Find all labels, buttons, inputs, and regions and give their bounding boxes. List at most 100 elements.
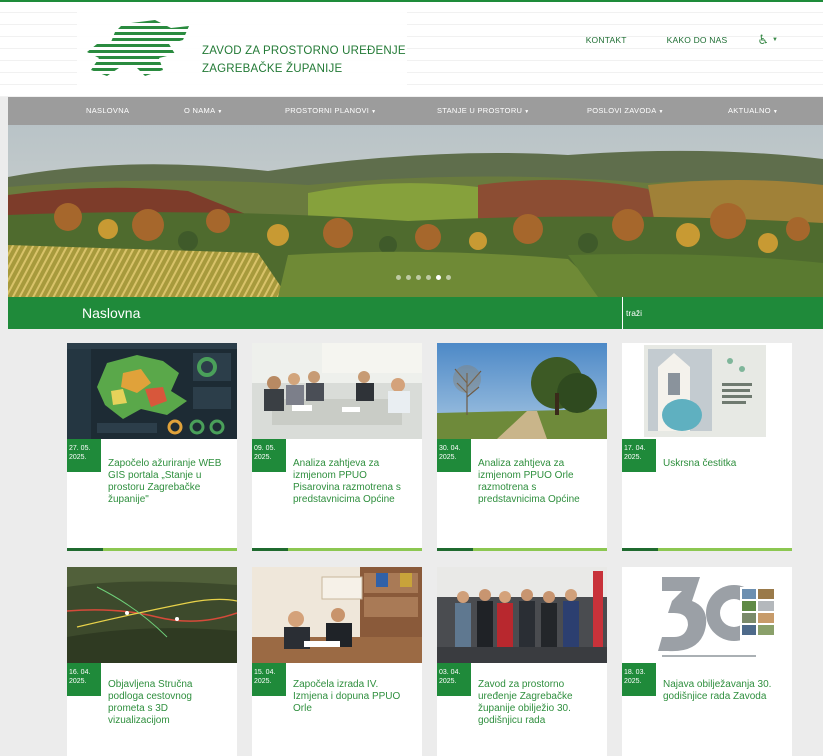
webgis-map-image: [67, 343, 237, 439]
news-card[interactable]: 18. 03. 2025. Najava obilježavanja 30. g…: [622, 567, 792, 756]
slider-dot[interactable]: [396, 275, 401, 280]
news-date-day: 18. 03.: [624, 669, 646, 676]
brand-line-2: ZAGREBAČKE ŽUPANIJE: [202, 63, 343, 75]
news-date: 27. 05. 2025.: [67, 439, 101, 472]
news-date-day: 03. 04.: [439, 669, 461, 676]
search-divider: [622, 297, 623, 329]
meeting-photo-image: [252, 343, 422, 439]
news-date: 09. 05. 2025.: [252, 439, 286, 472]
news-title[interactable]: Analiza zahtjeva za izmjenom PPUO Pisaro…: [293, 458, 414, 506]
news-card[interactable]: 03. 04. 2025. Zavod za prostorno uređenj…: [437, 567, 607, 756]
hero-landscape-image: [8, 125, 823, 297]
news-thumbnail: [622, 343, 792, 439]
news-card[interactable]: 09. 05. 2025. Analiza zahtjeva za izmjen…: [252, 343, 422, 551]
news-card[interactable]: 30. 04. 2025. Analiza zahtjeva za izmjen…: [437, 343, 607, 551]
slider-dots: [396, 275, 451, 280]
news-date-year: 2025.: [439, 454, 457, 461]
news-date: 03. 04. 2025.: [437, 663, 471, 696]
slider-dot[interactable]: [446, 275, 451, 280]
news-thumbnail: [252, 567, 422, 663]
news-date: 17. 04. 2025.: [622, 439, 656, 472]
chevron-down-icon: ▼: [658, 109, 664, 115]
news-date-day: 17. 04.: [624, 445, 646, 452]
news-thumbnail: [437, 567, 607, 663]
news-date-year: 2025.: [69, 454, 87, 461]
nav-item-label: AKTUALNO: [728, 106, 771, 115]
news-date-day: 16. 04.: [69, 669, 91, 676]
news-thumbnail: [252, 343, 422, 439]
news-title[interactable]: Započela izrada IV. Izmjena i dopuna PPU…: [293, 679, 414, 715]
logo-link[interactable]: ZAVOD ZA PROSTORNO UREĐENJE ZAGREBAČKE Ž…: [77, 10, 407, 94]
news-date-day: 09. 05.: [254, 445, 276, 452]
slider-dot[interactable]: [406, 275, 411, 280]
card-underline: [67, 548, 237, 551]
page-title: Naslovna: [82, 305, 141, 321]
news-date: 15. 04. 2025.: [252, 663, 286, 696]
nav-item-label: PROSTORNI PLANOVI: [285, 106, 370, 115]
forest-road-image: [437, 343, 607, 439]
news-date-year: 2025.: [254, 454, 272, 461]
news-thumbnail: [67, 343, 237, 439]
nav-item-aktualno[interactable]: AKTUALNO ▼: [728, 106, 778, 115]
chevron-down-icon: ▼: [217, 109, 223, 115]
chevron-down-icon: ▼: [524, 109, 530, 115]
news-title[interactable]: Analiza zahtjeva za izmjenom PPUO Orle r…: [478, 458, 599, 506]
news-card[interactable]: 17. 04. 2025. Uskrsna čestitka: [622, 343, 792, 551]
nav-item-label: NASLOVNA: [86, 106, 130, 115]
30-years-poster-image: [622, 567, 792, 663]
slider-dot-active[interactable]: [436, 275, 441, 280]
news-title[interactable]: Zavod za prostorno uređenje Zagrebačke ž…: [478, 679, 599, 727]
search-input[interactable]: [626, 303, 816, 323]
news-title[interactable]: Započelo ažuriranje WEB GIS portala „Sta…: [108, 458, 229, 506]
site-header: ZAVOD ZA PROSTORNO UREĐENJE ZAGREBAČKE Ž…: [0, 0, 823, 97]
chevron-down-icon: ▼: [772, 37, 778, 43]
anniversary-group-photo-image: [437, 567, 607, 663]
nav-item-label: O NAMA: [184, 106, 216, 115]
accessibility-menu-button[interactable]: ♿ ▼: [757, 32, 778, 48]
news-date: 30. 04. 2025.: [437, 439, 471, 472]
kontakt-link[interactable]: KONTAKT: [586, 35, 627, 45]
top-links: KONTAKT KAKO DO NAS ♿ ▼: [586, 32, 778, 48]
news-title[interactable]: Uskrsna čestitka: [663, 458, 784, 470]
wheelchair-icon: ♿: [757, 32, 770, 47]
news-date-year: 2025.: [624, 454, 642, 461]
card-underline: [437, 548, 607, 551]
slider-dot[interactable]: [416, 275, 421, 280]
brand-line-1: ZAVOD ZA PROSTORNO UREĐENJE: [202, 45, 406, 57]
news-title[interactable]: Najava obilježavanja 30. godišnjice rada…: [663, 679, 784, 703]
news-date: 16. 04. 2025.: [67, 663, 101, 696]
chevron-down-icon: ▼: [772, 109, 779, 115]
news-card[interactable]: 15. 04. 2025. Započela izrada IV. Izmjen…: [252, 567, 422, 756]
news-date-year: 2025.: [624, 678, 642, 685]
news-thumbnail: [622, 567, 792, 663]
card-underline: [252, 548, 422, 551]
slider-dot[interactable]: [426, 275, 431, 280]
nav-item-label: STANJE U PROSTORU: [437, 106, 523, 115]
hero-slider[interactable]: [8, 125, 823, 297]
easter-card-image: [622, 343, 792, 439]
nav-item-naslovna[interactable]: NASLOVNA: [86, 106, 129, 115]
news-date: 18. 03. 2025.: [622, 663, 656, 696]
nav-item-poslovi-zavoda[interactable]: POSLOVI ZAVODA ▼: [587, 106, 664, 115]
news-date-day: 30. 04.: [439, 445, 461, 452]
nav-item-prostorni-planovi[interactable]: PROSTORNI PLANOVI ▼: [285, 106, 376, 115]
zagreb-county-logo-icon: [87, 20, 189, 76]
3d-traffic-map-image: [67, 567, 237, 663]
news-thumbnail: [437, 343, 607, 439]
news-card[interactable]: 27. 05. 2025. Započelo ažuriranje WEB GI…: [67, 343, 237, 551]
card-underline: [622, 548, 792, 551]
chevron-down-icon: ▼: [371, 109, 377, 115]
news-date-day: 27. 05.: [69, 445, 91, 452]
nav-item-stanje-u-prostoru[interactable]: STANJE U PROSTORU ▼: [437, 106, 530, 115]
news-date-year: 2025.: [69, 678, 87, 685]
news-card[interactable]: 16. 04. 2025. Objavljena Stručna podloga…: [67, 567, 237, 756]
page-title-bar: Naslovna: [8, 297, 823, 329]
news-thumbnail: [67, 567, 237, 663]
news-title[interactable]: Objavljena Stručna podloga cestovnog pro…: [108, 679, 229, 727]
brand-name: ZAVOD ZA PROSTORNO UREĐENJE ZAGREBAČKE Ž…: [202, 42, 406, 78]
nav-item-o-nama[interactable]: O NAMA ▼: [184, 106, 223, 115]
signing-photo-image: [252, 567, 422, 663]
kako-do-nas-link[interactable]: KAKO DO NAS: [667, 35, 728, 45]
main-navigation: NASLOVNA O NAMA ▼ PROSTORNI PLANOVI ▼ STAN…: [8, 97, 823, 125]
news-date-year: 2025.: [254, 678, 272, 685]
